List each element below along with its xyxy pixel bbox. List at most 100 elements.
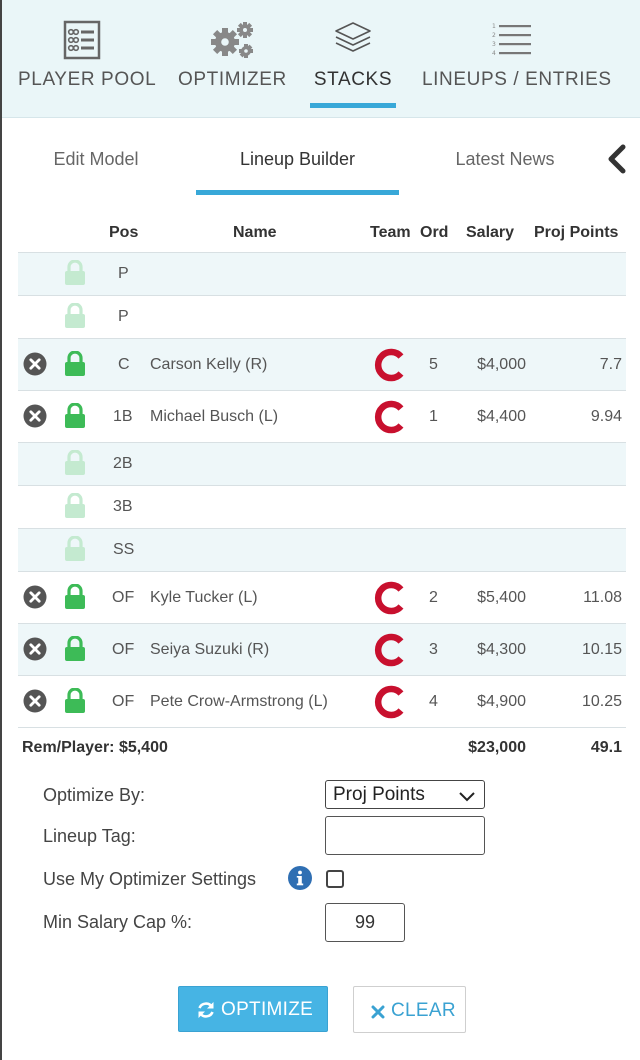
remove-player-icon[interactable] bbox=[23, 404, 47, 428]
col-header-salary: Salary bbox=[466, 224, 515, 241]
ord-cell: 5 bbox=[429, 356, 438, 373]
table-row: 3B bbox=[18, 486, 626, 529]
nav-player-pool[interactable]: PLAYER POOL bbox=[18, 0, 156, 118]
nav-lineups-entries[interactable]: 1 2 3 4 LINEUPS / ENTRIES bbox=[422, 0, 612, 118]
proj-cell: 10.25 bbox=[581, 693, 622, 710]
lock-icon[interactable] bbox=[63, 259, 87, 286]
table-row: P bbox=[18, 296, 626, 339]
table-row: 2B bbox=[18, 443, 626, 486]
lock-icon[interactable] bbox=[63, 449, 87, 476]
player-name[interactable]: Seiya Suzuki (R) bbox=[150, 641, 269, 659]
info-icon[interactable] bbox=[288, 866, 312, 890]
remove-player-icon[interactable] bbox=[23, 637, 47, 661]
clear-button[interactable]: CLEAR bbox=[353, 986, 466, 1033]
player-list-icon bbox=[62, 20, 102, 65]
table-row: SS bbox=[18, 529, 626, 572]
nav-label: STACKS bbox=[313, 69, 393, 90]
tab-latest-news[interactable]: Latest News bbox=[430, 118, 580, 198]
nav-optimizer[interactable]: OPTIMIZER bbox=[178, 0, 286, 118]
lineup-tag-input[interactable] bbox=[325, 816, 485, 855]
clear-label: CLEAR bbox=[391, 1000, 456, 1021]
player-name[interactable]: Kyle Tucker (L) bbox=[150, 589, 258, 607]
lock-icon[interactable] bbox=[63, 687, 87, 714]
table-row: OF Seiya Suzuki (R) 3 $4,300 10.15 bbox=[18, 624, 626, 676]
lock-icon[interactable] bbox=[63, 635, 87, 662]
player-name[interactable]: Carson Kelly (R) bbox=[150, 356, 267, 374]
active-underline bbox=[196, 190, 399, 195]
pos-cell: P bbox=[118, 308, 129, 325]
ord-cell: 1 bbox=[429, 408, 438, 425]
col-header-ord: Ord bbox=[420, 224, 449, 241]
gears-icon bbox=[207, 20, 257, 65]
chevron-down-icon bbox=[458, 788, 476, 802]
nav-stacks[interactable]: STACKS bbox=[310, 0, 396, 118]
pos-cell: SS bbox=[113, 541, 135, 558]
optimize-by-label: Optimize By: bbox=[43, 785, 146, 805]
ord-cell: 4 bbox=[429, 693, 438, 710]
proj-cell: 7.7 bbox=[599, 356, 622, 373]
table-row: P bbox=[18, 253, 626, 296]
tab-lineup-builder[interactable]: Lineup Builder bbox=[196, 118, 399, 198]
numbered-list-icon: 1 2 3 4 bbox=[491, 20, 535, 63]
salary-cell: $5,400 bbox=[477, 589, 526, 606]
svg-text:4: 4 bbox=[492, 50, 496, 57]
lineup-table: Pos Name Team Ord Salary Proj Points P P… bbox=[18, 212, 626, 768]
optimize-label: OPTIMIZE bbox=[221, 999, 314, 1020]
totals-row: Rem/Player: $5,400 $23,000 49.1 bbox=[18, 728, 626, 768]
pos-cell: 2B bbox=[113, 455, 133, 472]
ord-cell: 2 bbox=[429, 589, 438, 606]
svg-text:2: 2 bbox=[492, 32, 496, 39]
lock-icon[interactable] bbox=[63, 350, 87, 377]
tab-label: Latest News bbox=[455, 149, 555, 169]
table-row: OF Kyle Tucker (L) 2 $5,400 11.08 bbox=[18, 572, 626, 624]
remove-player-icon[interactable] bbox=[23, 352, 47, 376]
svg-text:3: 3 bbox=[492, 41, 496, 48]
table-row: C Carson Kelly (R) 5 $4,000 7.7 bbox=[18, 339, 626, 391]
layers-icon bbox=[333, 20, 373, 61]
remove-player-icon[interactable] bbox=[23, 689, 47, 713]
lock-icon[interactable] bbox=[63, 535, 87, 562]
svg-text:1: 1 bbox=[492, 23, 496, 30]
col-header-team: Team bbox=[370, 224, 411, 241]
top-nav: PLAYER POOL OPTIMIZER STACKS 1 2 3 4 LIN… bbox=[2, 0, 640, 118]
lock-icon[interactable] bbox=[63, 583, 87, 610]
salary-cell: $4,400 bbox=[477, 408, 526, 425]
team-logo-icon bbox=[374, 348, 406, 382]
team-logo-icon bbox=[374, 685, 406, 719]
pos-cell: OF bbox=[112, 693, 135, 710]
pos-cell: 3B bbox=[113, 498, 133, 515]
total-proj-points: 49.1 bbox=[590, 739, 622, 756]
sub-tabs: Edit Model Lineup Builder Latest News bbox=[2, 118, 640, 198]
salary-cell: $4,000 bbox=[477, 356, 526, 373]
optimize-by-select[interactable]: Proj Points bbox=[325, 780, 485, 809]
min-salary-cap-label: Min Salary Cap %: bbox=[43, 912, 193, 932]
nav-label: LINEUPS / ENTRIES bbox=[422, 69, 612, 90]
team-logo-icon bbox=[374, 400, 406, 434]
use-optimizer-settings-checkbox[interactable] bbox=[326, 870, 344, 888]
lock-icon[interactable] bbox=[63, 302, 87, 329]
optimize-button[interactable]: OPTIMIZE bbox=[178, 986, 328, 1032]
table-row: OF Pete Crow-Armstrong (L) 4 $4,900 10.2… bbox=[18, 676, 626, 728]
refresh-icon bbox=[196, 1000, 216, 1020]
tab-label: Edit Model bbox=[53, 149, 139, 169]
col-header-pos: Pos bbox=[109, 224, 139, 241]
lock-icon[interactable] bbox=[63, 402, 87, 429]
salary-cell: $4,900 bbox=[477, 693, 526, 710]
player-name[interactable]: Pete Crow-Armstrong (L) bbox=[150, 693, 328, 711]
col-header-proj-points: Proj Points bbox=[534, 224, 619, 241]
player-name[interactable]: Michael Busch (L) bbox=[150, 408, 278, 426]
col-header-name: Name bbox=[233, 224, 277, 241]
lock-icon[interactable] bbox=[63, 492, 87, 519]
proj-cell: 11.08 bbox=[583, 589, 622, 606]
pos-cell: C bbox=[118, 356, 130, 373]
tab-edit-model[interactable]: Edit Model bbox=[22, 118, 170, 198]
total-salary: $23,000 bbox=[468, 739, 526, 756]
min-salary-cap-input[interactable] bbox=[325, 903, 405, 942]
proj-cell: 9.94 bbox=[590, 408, 622, 425]
salary-cell: $4,300 bbox=[477, 641, 526, 658]
remove-player-icon[interactable] bbox=[23, 585, 47, 609]
proj-cell: 10.15 bbox=[581, 641, 622, 658]
active-underline bbox=[310, 103, 396, 108]
team-logo-icon bbox=[374, 581, 406, 615]
chevron-left-icon[interactable] bbox=[604, 143, 630, 175]
